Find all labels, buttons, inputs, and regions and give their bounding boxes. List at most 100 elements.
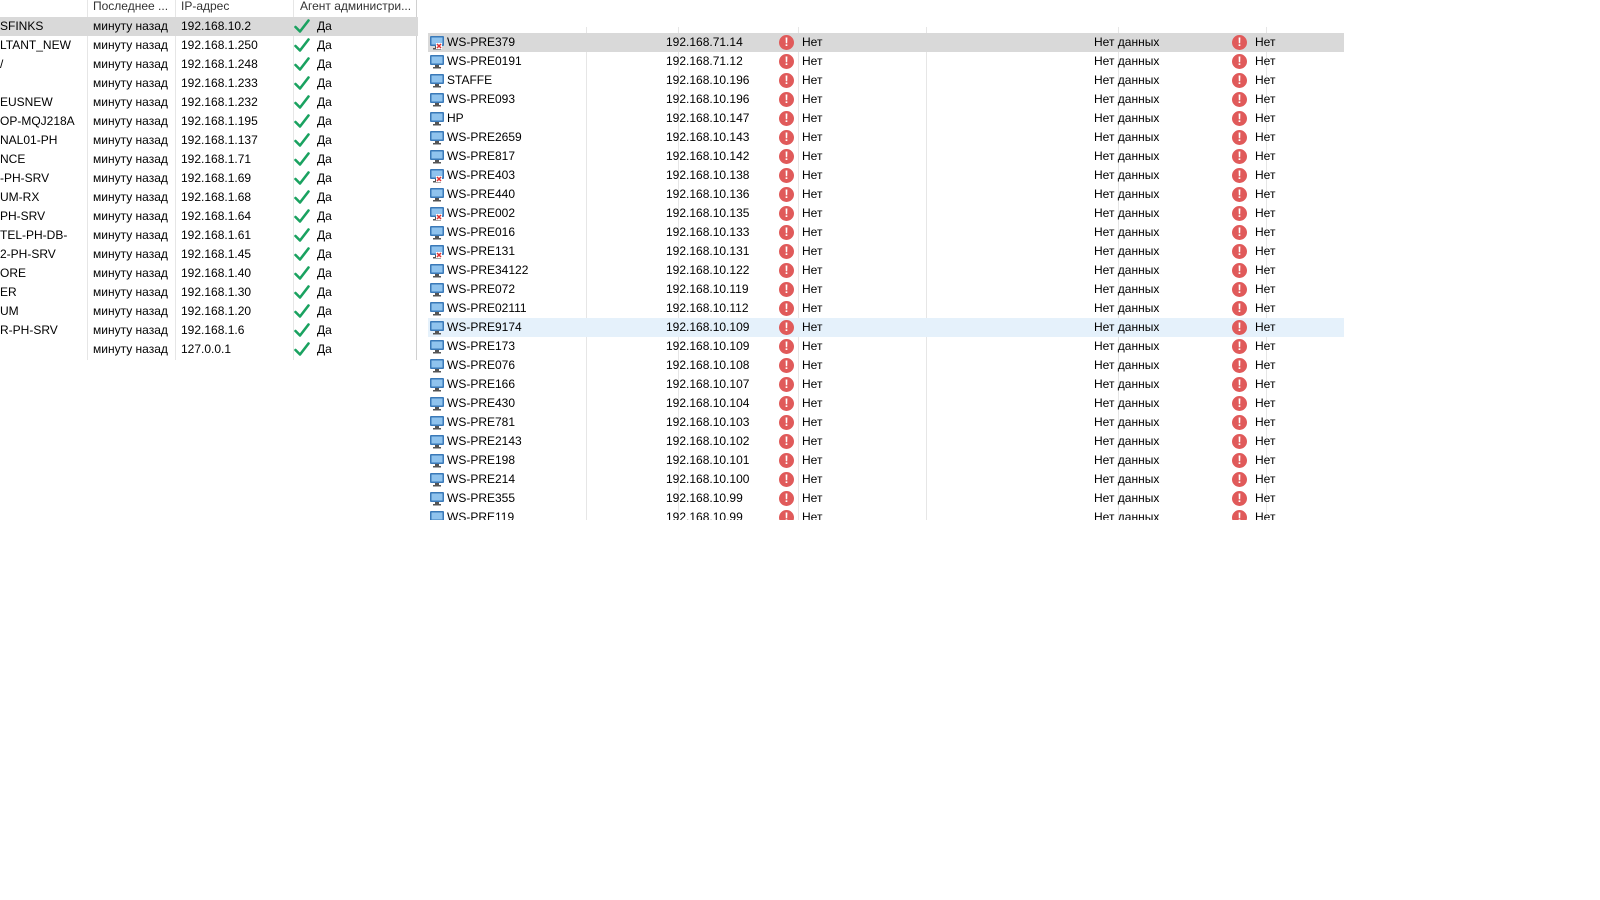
status-cell: Нет <box>1255 282 1276 296</box>
ip-cell: 192.168.10.131 <box>666 244 750 258</box>
pc-icon <box>429 491 445 509</box>
check-icon <box>294 38 310 56</box>
table-row[interactable]: WS-PRE0191 192.168.71.12! Нет Нет данных! Не… <box>428 52 1344 71</box>
alert-icon: ! <box>1232 396 1247 411</box>
data-cell: Нет данных <box>1094 168 1160 182</box>
table-row[interactable]: HP 192.168.10.147! Нет Нет данных! Нет <box>428 109 1344 128</box>
table-row[interactable]: минуту назад 127.0.0.1 Да <box>0 340 418 359</box>
last-seen-cell: минуту назад <box>93 209 168 223</box>
status-cell: Нет <box>1255 396 1276 410</box>
table-row[interactable]: WS-PRE173 192.168.10.109! Нет Нет данных! Не… <box>428 337 1344 356</box>
table-row[interactable]: WS-PRE166 192.168.10.107! Нет Нет данных! Не… <box>428 375 1344 394</box>
pc-icon <box>429 377 445 395</box>
device-name: WS-PRE0191 <box>447 54 522 68</box>
alert-icon: ! <box>1232 339 1247 354</box>
alert-icon: ! <box>1232 377 1247 392</box>
ip-cell: 192.168.1.248 <box>181 57 258 71</box>
table-row[interactable]: SFINKS минуту назад 192.168.10.2 Да <box>0 17 418 36</box>
pc-icon <box>429 434 445 452</box>
table-row[interactable]: WS-PRE355 192.168.10.99! Нет Нет данных! Нет <box>428 489 1344 508</box>
status-cell: Нет <box>802 453 823 467</box>
ip-cell: 192.168.1.40 <box>181 266 252 280</box>
table-row[interactable]: WS-PRE379 192.168.71.14! Нет Нет данных! Нет <box>428 33 1344 52</box>
table-row[interactable]: NAL01-PH минуту назад 192.168.1.137 Да <box>0 131 418 150</box>
column-header-ip[interactable]: IP-адрес <box>181 0 289 17</box>
left-device-table: Последнее ... IP-адрес Агент администри.… <box>0 0 418 360</box>
table-row[interactable]: WS-PRE781 192.168.10.103! Нет Нет данных! Не… <box>428 413 1344 432</box>
table-row[interactable]: WS-PRE214 192.168.10.100! Нет Нет данных! Не… <box>428 470 1344 489</box>
table-row[interactable]: WS-PRE093 192.168.10.196! Нет Нет данных! Не… <box>428 90 1344 109</box>
table-row[interactable]: минуту назад 192.168.1.233 Да <box>0 74 418 93</box>
table-row[interactable]: WS-PRE817 192.168.10.142! Нет Нет данных! Не… <box>428 147 1344 166</box>
table-row[interactable]: WS-PRE198 192.168.10.101! Нет Нет данных! Не… <box>428 451 1344 470</box>
device-name: WS-PRE02111 <box>447 301 527 315</box>
alert-icon: ! <box>1232 472 1247 487</box>
ip-cell: 192.168.1.232 <box>181 95 258 109</box>
table-row[interactable]: WS-PRE430 192.168.10.104! Нет Нет данных! Не… <box>428 394 1344 413</box>
table-row[interactable]: -PH-SRV минуту назад 192.168.1.69 Да <box>0 169 418 188</box>
status-cell: Нет <box>1255 225 1276 239</box>
table-row[interactable]: UM-RX минуту назад 192.168.1.68 Да <box>0 188 418 207</box>
check-icon <box>294 266 310 284</box>
device-name: ORE <box>0 266 27 280</box>
table-row[interactable]: WS-PRE076 192.168.10.108! Нет Нет данных! Не… <box>428 356 1344 375</box>
ip-cell: 192.168.1.30 <box>181 285 252 299</box>
table-row[interactable]: NCE минуту назад 192.168.1.71 Да <box>0 150 418 169</box>
ip-cell: 192.168.1.68 <box>181 190 252 204</box>
alert-icon: ! <box>1232 73 1247 88</box>
alert-icon: ! <box>1232 168 1247 183</box>
table-row[interactable]: LTANT_NEW минуту назад 192.168.1.250 Да <box>0 36 418 55</box>
status-cell: Нет <box>802 263 823 277</box>
pc-icon <box>429 358 445 376</box>
table-row[interactable]: WS-PRE9174 192.168.10.109! Нет Нет данных! Н… <box>428 318 1344 337</box>
table-row[interactable]: PH-SRV минуту назад 192.168.1.64 Да <box>0 207 418 226</box>
device-name: WS-PRE430 <box>447 396 516 410</box>
ip-cell: 192.168.1.195 <box>181 114 258 128</box>
pc-icon <box>429 320 445 338</box>
ip-cell: 192.168.1.20 <box>181 304 252 318</box>
device-name: WS-PRE2143 <box>447 434 522 448</box>
column-header-agent[interactable]: Агент администри... <box>300 0 414 17</box>
check-icon <box>294 114 310 132</box>
check-icon <box>294 247 310 265</box>
data-cell: Нет данных <box>1094 415 1160 429</box>
last-seen-cell: минуту назад <box>93 342 168 356</box>
device-name: WS-PRE440 <box>447 187 516 201</box>
table-row[interactable]: 2-PH-SRV минуту назад 192.168.1.45 Да <box>0 245 418 264</box>
table-row[interactable]: TEL-PH-DB-минуту назад 192.168.1.61 Да <box>0 226 418 245</box>
alert-icon: ! <box>1232 282 1247 297</box>
table-row[interactable]: WS-PRE002 192.168.10.135! Нет Нет данных! Не… <box>428 204 1344 223</box>
table-row[interactable]: EUSNEW минуту назад 192.168.1.232 Да <box>0 93 418 112</box>
ip-cell: 192.168.10.99 <box>666 510 743 520</box>
status-cell: Нет <box>1255 301 1276 315</box>
device-name: NAL01-PH <box>0 133 58 147</box>
table-row[interactable]: WS-PRE016 192.168.10.133! Нет Нет данных! Не… <box>428 223 1344 242</box>
table-row[interactable]: STAFFE 192.168.10.196! Нет Нет данных! Нет <box>428 71 1344 90</box>
data-cell: Нет данных <box>1094 301 1160 315</box>
table-row[interactable]: ORE минуту назад 192.168.1.40 Да <box>0 264 418 283</box>
table-row[interactable]: WS-PRE34122 192.168.10.122! Нет Нет данных!… <box>428 261 1344 280</box>
table-row[interactable]: WS-PRE2659 192.168.10.143! Нет Нет данных! Н… <box>428 128 1344 147</box>
status-cell: Нет <box>802 54 823 68</box>
table-row[interactable]: WS-PRE02111 192.168.10.112! Нет Нет данных!… <box>428 299 1344 318</box>
status-cell: Нет <box>802 358 823 372</box>
agent-status-cell: Да <box>317 57 332 71</box>
table-row[interactable]: ER минуту назад 192.168.1.30 Да <box>0 283 418 302</box>
table-row[interactable]: WS-PRE119 192.168.10.99! Нет Нет данных! Нет <box>428 508 1344 520</box>
column-header-last-seen[interactable]: Последнее ... <box>93 0 173 17</box>
table-row[interactable]: UM минуту назад 192.168.1.20 Да <box>0 302 418 321</box>
table-row[interactable]: WS-PRE131 192.168.10.131! Нет Нет данных! Не… <box>428 242 1344 261</box>
check-icon <box>294 209 310 227</box>
table-row[interactable]: R-PH-SRV минуту назад 192.168.1.6 Да <box>0 321 418 340</box>
agent-status-cell: Да <box>317 19 332 33</box>
device-name: 2-PH-SRV <box>0 247 56 261</box>
table-row[interactable]: WS-PRE2143 192.168.10.102! Нет Нет данных! Н… <box>428 432 1344 451</box>
table-row[interactable]: / минуту назад 192.168.1.248 Да <box>0 55 418 74</box>
table-row[interactable]: OP-MQJ218A минуту назад 192.168.1.195 Да <box>0 112 418 131</box>
table-row[interactable]: WS-PRE072 192.168.10.119! Нет Нет данных! Не… <box>428 280 1344 299</box>
alert-icon: ! <box>1232 263 1247 278</box>
table-row[interactable]: WS-PRE403 192.168.10.138! Нет Нет данных! Не… <box>428 166 1344 185</box>
table-row[interactable]: WS-PRE440 192.168.10.136! Нет Нет данных! Не… <box>428 185 1344 204</box>
status-cell: Нет <box>802 472 823 486</box>
alert-icon: ! <box>779 472 794 487</box>
